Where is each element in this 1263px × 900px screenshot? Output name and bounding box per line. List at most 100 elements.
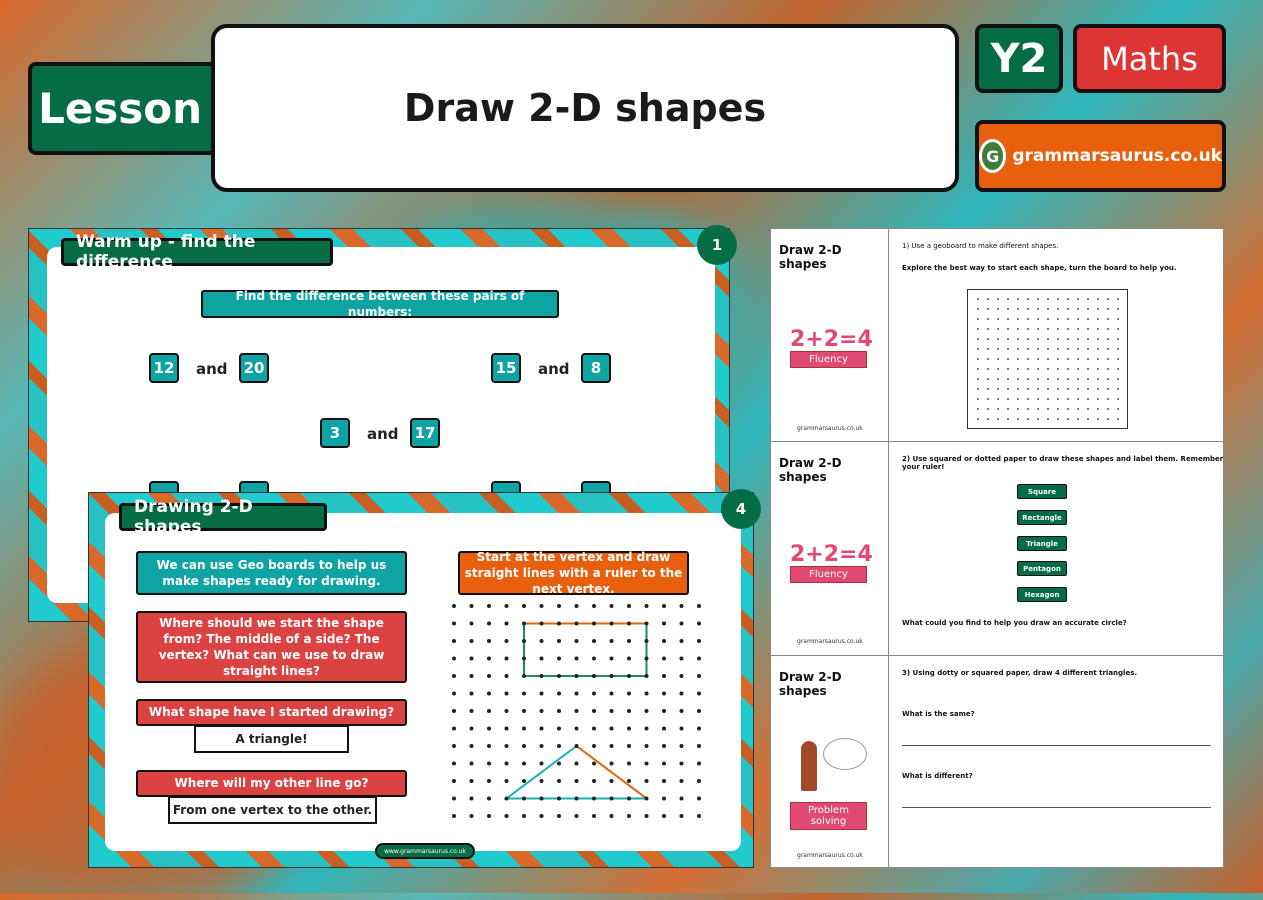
grid-dot xyxy=(1047,378,1049,380)
question-2: 2) Use squared or dotted paper to draw t… xyxy=(902,455,1224,471)
geoboard-peg xyxy=(522,639,526,643)
grid-dot xyxy=(1087,298,1089,300)
geoboard-peg xyxy=(504,726,509,731)
grid-dot xyxy=(1027,378,1029,380)
geoboard-peg xyxy=(539,726,544,731)
geoboard-peg xyxy=(662,674,666,678)
geoboard-peg xyxy=(469,779,474,783)
grid-dot xyxy=(1037,368,1039,370)
number-box: 12 xyxy=(149,353,179,383)
grid-dot xyxy=(1077,348,1079,350)
section-url: grammarsaurus.co.uk xyxy=(797,852,863,859)
geoboard-peg xyxy=(644,639,649,643)
grid-dot xyxy=(1077,368,1079,370)
geoboard-peg xyxy=(557,656,561,661)
geoboard-peg xyxy=(504,761,509,766)
geoboard-peg xyxy=(539,814,544,818)
grid-dot xyxy=(1117,328,1119,330)
geoboard-peg xyxy=(539,674,544,678)
grid-dot xyxy=(1017,298,1019,300)
fluency-badge: 2+2=4 Fluency xyxy=(790,327,873,368)
slide-2-title: Drawing 2-D shapes xyxy=(119,497,327,537)
geoboard-peg xyxy=(679,744,684,748)
geoboard-peg xyxy=(679,656,684,661)
grid-dot xyxy=(1097,358,1099,360)
geoboard-peg xyxy=(557,761,561,766)
geoboard-peg xyxy=(504,709,509,713)
grid-dot xyxy=(1107,408,1109,410)
section-title: Draw 2-D shapes xyxy=(779,243,842,271)
grid-dot xyxy=(1087,408,1089,410)
grid-dot xyxy=(1107,358,1109,360)
brand-badge[interactable]: Ggrammarsaurus.co.uk xyxy=(975,120,1226,192)
geoboard-peg xyxy=(609,779,614,783)
grid-dot xyxy=(1117,338,1119,340)
geoboard-peg xyxy=(679,761,684,766)
grid-dot xyxy=(1077,358,1079,360)
geoboard-peg xyxy=(592,691,596,696)
geoboard-peg xyxy=(522,761,526,766)
badge-sum: 2+2=4 xyxy=(790,542,873,567)
answer-line[interactable] xyxy=(902,807,1211,808)
worksheet-dot-grid xyxy=(967,289,1128,429)
grid-dot xyxy=(1057,308,1059,310)
slide-2[interactable]: We can use Geo boards to help us make sh… xyxy=(88,489,761,868)
badge-sum: 2+2=4 xyxy=(790,327,873,352)
grid-dot xyxy=(1007,388,1009,390)
grid-dot xyxy=(1067,338,1069,340)
geoboard-peg xyxy=(487,744,491,748)
geoboard-peg xyxy=(662,709,666,713)
question-box: Where should we start the shape from? Th… xyxy=(136,611,407,683)
geoboard-peg xyxy=(697,621,701,626)
geoboard-peg xyxy=(522,744,526,748)
grid-dot xyxy=(1027,398,1029,400)
grid-dot xyxy=(1047,418,1049,420)
grid-dot xyxy=(1047,408,1049,410)
grid-dot xyxy=(1057,358,1059,360)
geoboard-peg xyxy=(469,604,474,608)
geoboard-peg xyxy=(504,814,509,818)
worksheet-preview[interactable]: Draw 2-D shapes 2+2=4 Fluency grammarsaur… xyxy=(770,228,1225,869)
answer-line[interactable] xyxy=(902,745,1211,746)
grid-dot xyxy=(987,298,989,300)
geoboard-peg xyxy=(592,814,596,818)
geoboard-peg xyxy=(469,639,474,643)
grid-dot xyxy=(1047,338,1049,340)
geoboard-peg xyxy=(627,621,631,626)
shape-label: Hexagon xyxy=(1017,587,1067,602)
geoboard-peg xyxy=(539,656,544,661)
geoboard-peg xyxy=(592,709,596,713)
footer-url[interactable]: www.grammarsaurus.co.uk xyxy=(375,843,475,859)
geoboard-peg xyxy=(469,674,474,678)
geoboard-peg xyxy=(679,779,684,783)
geoboard-peg xyxy=(644,709,649,713)
grid-dot xyxy=(1107,398,1109,400)
geoboard-peg xyxy=(644,814,649,818)
grid-dot xyxy=(1037,328,1039,330)
grid-dot xyxy=(1007,358,1009,360)
geoboard-peg xyxy=(574,674,579,678)
grid-dot xyxy=(1007,418,1009,420)
geoboard-peg xyxy=(574,604,579,608)
geoboard-peg xyxy=(522,779,526,783)
question-shape: What shape have I started drawing? xyxy=(136,699,407,726)
geoboard-peg xyxy=(539,744,544,748)
geoboard-peg xyxy=(487,709,491,713)
geoboard-peg xyxy=(487,639,491,643)
geoboard-peg xyxy=(557,639,561,643)
geoboard-peg xyxy=(469,796,474,801)
geoboard-peg xyxy=(504,639,509,643)
grammarsaurus-logo-icon: G xyxy=(979,139,1007,173)
grid-dot xyxy=(1097,388,1099,390)
grid-dot xyxy=(1027,368,1029,370)
geoboard-peg xyxy=(504,779,509,783)
grid-dot xyxy=(1107,318,1109,320)
geoboard-peg xyxy=(644,796,649,801)
grid-dot xyxy=(1007,308,1009,310)
geoboard-peg xyxy=(679,726,684,731)
geoboard-peg xyxy=(609,744,614,748)
grid-dot xyxy=(1097,328,1099,330)
geoboard-peg xyxy=(452,709,456,713)
geoboard-peg xyxy=(487,814,491,818)
geoboard-peg xyxy=(557,604,561,608)
